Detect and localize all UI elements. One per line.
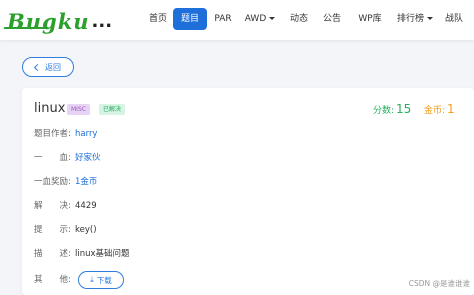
first-blood-reward-row: 一血奖励: 1金币 [34, 175, 97, 189]
watermark: CSDN @是谁谁谁 [408, 279, 470, 288]
nav-item-leaderboard[interactable]: 排行榜 [393, 8, 437, 30]
nav-item-home[interactable]: 首页 [144, 8, 172, 30]
nav-item-teams[interactable]: 战队 [440, 8, 468, 30]
nav-item-challenges[interactable]: 题目 [173, 8, 207, 30]
description-value: linux基础问题 [75, 249, 130, 259]
first-blood-label: 一 血: [34, 153, 71, 163]
author-label: 题目作者: [34, 129, 71, 139]
hint-label: 提 示: [34, 225, 71, 235]
gold-value: 1 [447, 102, 455, 116]
logo-dots: ... [91, 11, 113, 32]
first-blood-row: 一 血: 好家伙 [34, 151, 101, 165]
bugku-logo[interactable]: Bugku ... [7, 6, 112, 34]
score: 分数: 15 [373, 102, 411, 116]
nav-item-awd[interactable]: AWD [243, 8, 277, 30]
score-label: 分数: [373, 106, 395, 116]
download-button[interactable]: ⤓ 下载 [78, 271, 124, 289]
score-value: 15 [396, 102, 412, 116]
top-navbar: Bugku ... 首页 题目 PAR AWD 动态 公告 WP库 排行榜 战队 [0, 0, 474, 40]
nav-item-wp-library[interactable]: WP库 [353, 8, 387, 30]
logo-underline [3, 27, 49, 29]
solves-value: 4429 [75, 201, 97, 211]
challenge-card: linux MISC 已解决 分数: 15 金币: 1 题目作者: harry 一 血… [22, 88, 474, 295]
download-icon: ⤓ [90, 275, 94, 284]
download-button-label: 下载 [96, 275, 112, 285]
category-badge: MISC [67, 104, 90, 115]
nav-item-news[interactable]: 动态 [285, 8, 313, 30]
chevron-left-icon [33, 63, 42, 72]
first-blood-reward-value: 1金币 [75, 177, 98, 187]
hint-row: 提 示: key() [34, 223, 97, 237]
solves-label: 解 决: [34, 201, 71, 211]
description-row: 描 述: linux基础问题 [34, 247, 130, 261]
other-label: 其 他: [34, 275, 71, 285]
description-label: 描 述: [34, 249, 71, 259]
solved-badge: 已解决 [99, 104, 126, 115]
first-blood-reward-label: 一血奖励: [34, 177, 71, 187]
chevron-down-icon [269, 17, 276, 20]
hint-value: key() [75, 225, 97, 235]
back-button[interactable]: 返回 [22, 57, 74, 77]
nav-item-announcements[interactable]: 公告 [318, 8, 346, 30]
author-row: 题目作者: harry [34, 127, 97, 141]
gold-label: 金币: [424, 106, 446, 116]
gold: 金币: 1 [424, 102, 455, 116]
author-link[interactable]: harry [75, 129, 97, 139]
challenge-title: linux [34, 101, 66, 116]
solves-row: 解 决: 4429 [34, 199, 97, 213]
other-row: 其 他: [34, 273, 75, 287]
first-blood-user-link[interactable]: 好家伙 [75, 153, 101, 163]
back-button-label: 返回 [45, 62, 61, 72]
chevron-down-icon [427, 17, 433, 20]
nav-item-par[interactable]: PAR [210, 8, 236, 30]
logo-text: Bugku [7, 9, 90, 34]
